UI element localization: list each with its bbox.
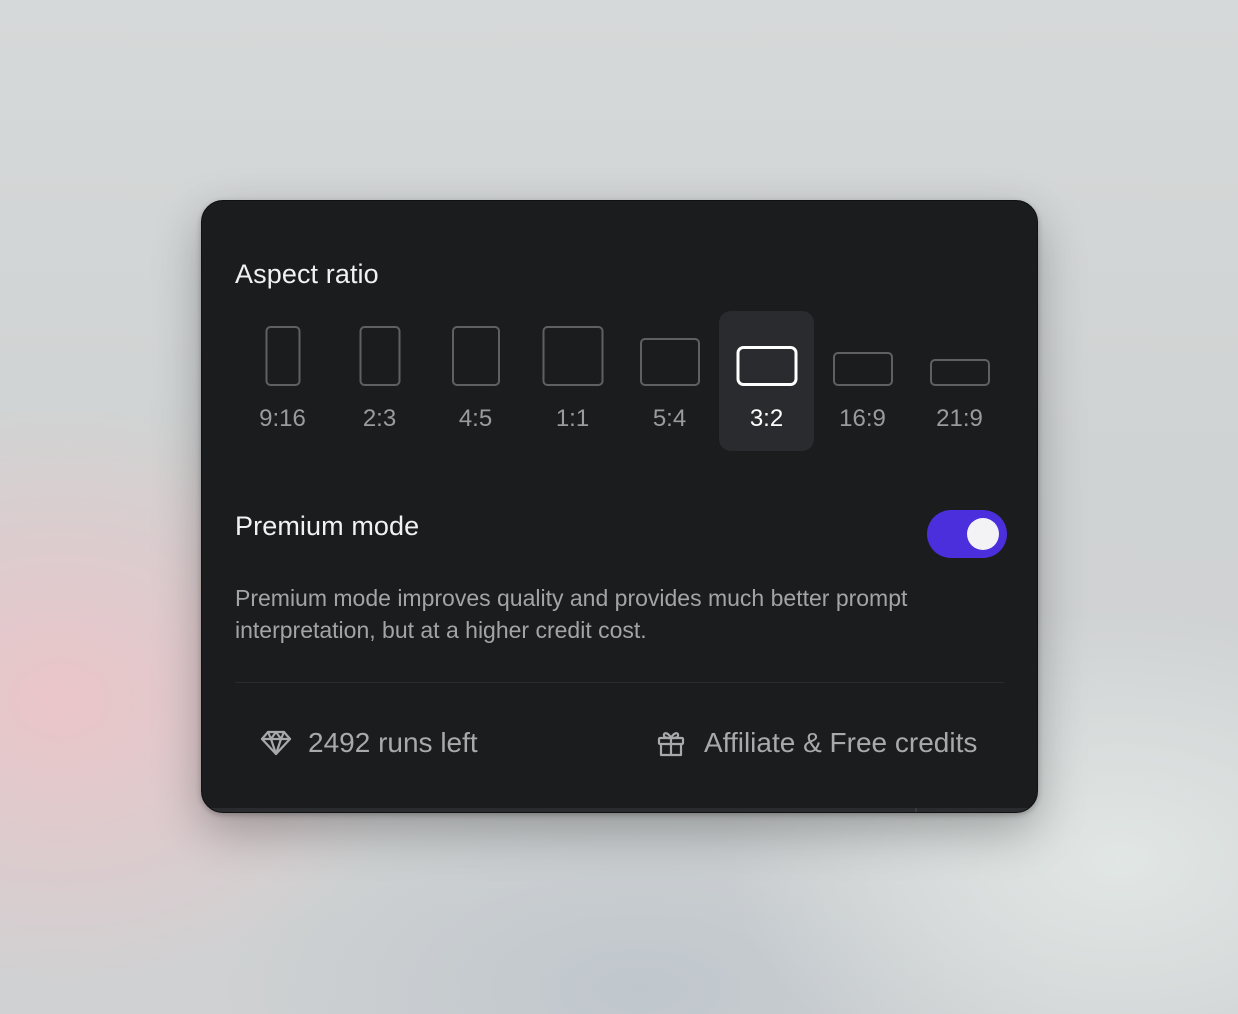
toggle-knob <box>967 518 999 550</box>
aspect-option-label: 5:4 <box>652 405 687 432</box>
diamond-icon <box>260 730 292 756</box>
panel-bottom-edge <box>202 808 1037 812</box>
portrait-9-16-icon <box>265 326 300 386</box>
runs-left: 2492 runs left <box>260 721 478 765</box>
aspect-ratio-options: 9:16 2:3 4:5 1:1 5:4 3:2 16:9 21:9 <box>235 311 1009 451</box>
aspect-option-21-9[interactable]: 21:9 <box>912 311 1007 451</box>
landscape-5-4-icon <box>639 338 700 386</box>
aspect-option-9-16[interactable]: 9:16 <box>235 311 330 451</box>
aspect-option-label: 2:3 <box>362 405 397 432</box>
premium-mode-description: Premium mode improves quality and provid… <box>235 585 908 643</box>
aspect-ratio-title: Aspect ratio <box>235 259 379 289</box>
aspect-option-2-3[interactable]: 2:3 <box>332 311 427 451</box>
aspect-option-label: 4:5 <box>458 405 493 432</box>
aspect-option-label: 1:1 <box>555 405 590 432</box>
portrait-2-3-icon <box>359 326 400 386</box>
aspect-option-16-9[interactable]: 16:9 <box>815 311 910 451</box>
divider <box>235 682 1004 683</box>
aspect-option-4-5[interactable]: 4:5 <box>428 311 523 451</box>
landscape-21-9-icon <box>929 359 990 386</box>
premium-mode-toggle[interactable] <box>927 510 1007 558</box>
affiliate-free-credits-link[interactable]: Affiliate & Free credits <box>656 721 977 765</box>
landscape-16-9-icon <box>832 352 893 386</box>
affiliate-free-credits-label: Affiliate & Free credits <box>704 727 978 758</box>
aspect-option-5-4[interactable]: 5:4 <box>622 311 717 451</box>
runs-left-label: 2492 runs left <box>308 727 478 758</box>
portrait-4-5-icon <box>451 326 500 386</box>
gift-icon <box>657 732 685 757</box>
premium-mode-title: Premium mode <box>235 511 420 541</box>
square-1-1-icon <box>542 326 603 386</box>
landscape-3-2-icon <box>736 346 797 386</box>
aspect-option-1-1[interactable]: 1:1 <box>525 311 620 451</box>
aspect-option-label: 9:16 <box>259 405 306 432</box>
aspect-option-label: 3:2 <box>749 405 784 432</box>
aspect-option-label: 16:9 <box>839 405 886 432</box>
settings-panel: Aspect ratio 9:16 2:3 4:5 1:1 5:4 3:2 16 <box>201 200 1038 813</box>
aspect-option-label: 21:9 <box>936 405 983 432</box>
aspect-option-3-2[interactable]: 3:2 <box>719 311 814 451</box>
